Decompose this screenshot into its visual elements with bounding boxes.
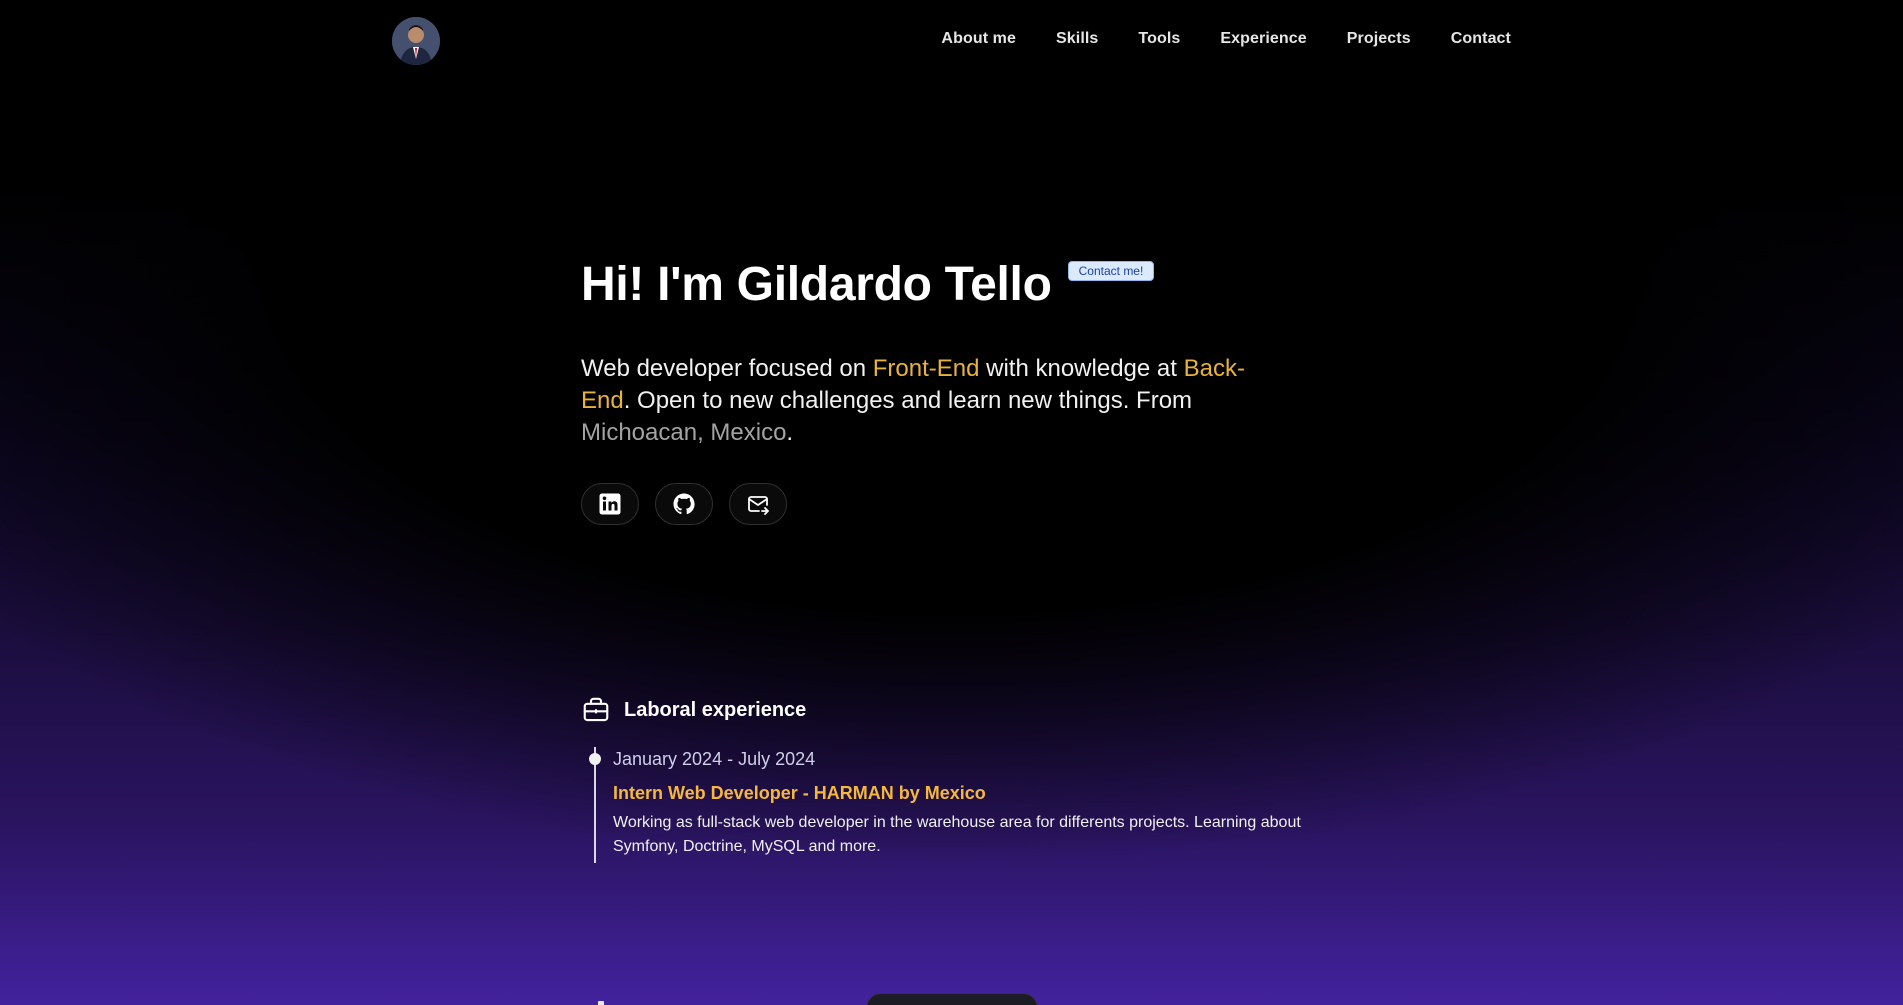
nav-about-me[interactable]: About me bbox=[941, 30, 1016, 48]
main-nav: About me Skills Tools Experience Project… bbox=[941, 30, 1511, 48]
experience-role: Intern Web Developer - HARMAN by Mexico bbox=[613, 783, 986, 803]
next-section-heading-fragment bbox=[598, 1001, 604, 1005]
nav-experience[interactable]: Experience bbox=[1220, 30, 1306, 48]
experience-section: Laboral experience January 2024 - July 2… bbox=[581, 695, 1341, 863]
avatar[interactable] bbox=[392, 17, 440, 65]
github-button[interactable] bbox=[655, 483, 713, 525]
email-button[interactable] bbox=[729, 483, 787, 525]
contact-badge[interactable]: Contact me! bbox=[1067, 261, 1155, 281]
nav-contact[interactable]: Contact bbox=[1451, 30, 1511, 48]
linkedin-icon bbox=[599, 493, 621, 515]
experience-title: Laboral experience bbox=[624, 698, 807, 721]
linkedin-button[interactable] bbox=[581, 483, 639, 525]
briefcase-icon bbox=[583, 697, 609, 722]
intro-text-1: Web developer focused on bbox=[581, 355, 873, 382]
intro-frontend-highlight: Front-End bbox=[872, 355, 980, 382]
intro-location: Michoacan, Mexico bbox=[581, 419, 787, 446]
intro-text-2: with knowledge at bbox=[979, 355, 1184, 382]
experience-date: January 2024 - July 2024 bbox=[613, 749, 816, 769]
experience-timeline: January 2024 - July 2024 Intern Web Deve… bbox=[589, 747, 1341, 863]
intro-text-4: . bbox=[786, 419, 794, 446]
github-icon bbox=[673, 493, 695, 515]
hero-section: Hi! I'm Gildardo Tello Contact me! Web d… bbox=[581, 255, 1341, 525]
nav-skills[interactable]: Skills bbox=[1056, 30, 1098, 48]
timeline-dot bbox=[589, 753, 601, 765]
floating-toolbar[interactable] bbox=[866, 993, 1038, 1005]
experience-description: Working as full-stack web developer in t… bbox=[613, 814, 1301, 855]
hero-intro: Web developer focused on Front-End with … bbox=[581, 353, 1281, 449]
site-header: About me Skills Tools Experience Project… bbox=[0, 0, 1903, 82]
nav-tools[interactable]: Tools bbox=[1138, 30, 1180, 48]
nav-projects[interactable]: Projects bbox=[1347, 30, 1411, 48]
mail-icon bbox=[748, 496, 769, 515]
intro-text-3: . Open to new challenges and learn new t… bbox=[623, 387, 1193, 414]
hero-title: Hi! I'm Gildardo Tello bbox=[581, 258, 1052, 311]
social-links bbox=[581, 483, 1341, 525]
